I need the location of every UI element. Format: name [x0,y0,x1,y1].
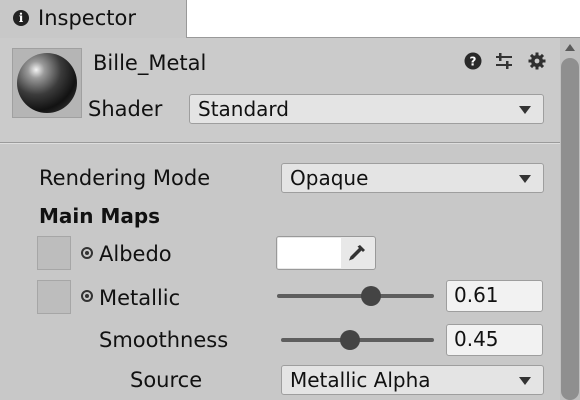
chevron-down-icon [519,106,531,114]
rendering-mode-dropdown[interactable]: Opaque [281,163,544,193]
tab-inspector[interactable]: i Inspector [0,0,187,38]
source-dropdown[interactable]: Metallic Alpha [281,365,544,395]
smoothness-slider-knob[interactable] [340,330,360,350]
shader-dropdown-value: Standard [198,97,289,121]
tab-bar-empty-area [187,0,580,38]
material-name: Bille_Metal [93,51,207,75]
object-picker-icon[interactable] [81,247,93,259]
scrollbar-thumb[interactable] [561,58,579,400]
help-icon[interactable]: ? [464,52,482,70]
shader-dropdown[interactable]: Standard [189,94,544,124]
object-picker-icon[interactable] [81,290,93,302]
metallic-slider-knob[interactable] [361,286,381,306]
material-preview-thumbnail[interactable] [12,48,82,118]
smoothness-value: 0.45 [454,327,499,351]
chevron-down-icon [519,175,531,183]
info-icon: i [13,10,29,26]
scroll-up-arrow-icon[interactable] [565,44,575,51]
metallic-slider-track[interactable] [277,294,434,298]
albedo-color-field[interactable] [276,236,376,270]
material-header [0,38,580,143]
source-label: Source [130,368,203,392]
shader-label: Shader [88,97,163,121]
eyedropper-icon[interactable] [343,241,369,265]
metallic-texture-slot[interactable] [37,280,71,314]
tab-label: Inspector [38,6,136,30]
svg-text:?: ? [470,55,477,69]
smoothness-label: Smoothness [99,328,229,352]
smoothness-value-field[interactable]: 0.45 [446,324,543,356]
main-maps-heading: Main Maps [39,204,161,228]
rendering-mode-value: Opaque [290,166,369,190]
source-dropdown-value: Metallic Alpha [290,368,431,392]
rendering-mode-label: Rendering Mode [39,166,211,190]
metallic-label: Metallic [99,286,181,310]
gear-icon[interactable] [528,52,546,70]
metallic-value-field[interactable]: 0.61 [446,280,543,312]
header-divider [0,143,560,144]
chevron-down-icon [519,377,531,385]
presets-icon[interactable] [495,52,513,70]
albedo-label: Albedo [99,242,172,266]
albedo-texture-slot[interactable] [37,236,71,270]
albedo-color-swatch[interactable] [278,238,341,268]
metallic-value: 0.61 [454,283,499,307]
material-sphere-preview [17,53,77,113]
